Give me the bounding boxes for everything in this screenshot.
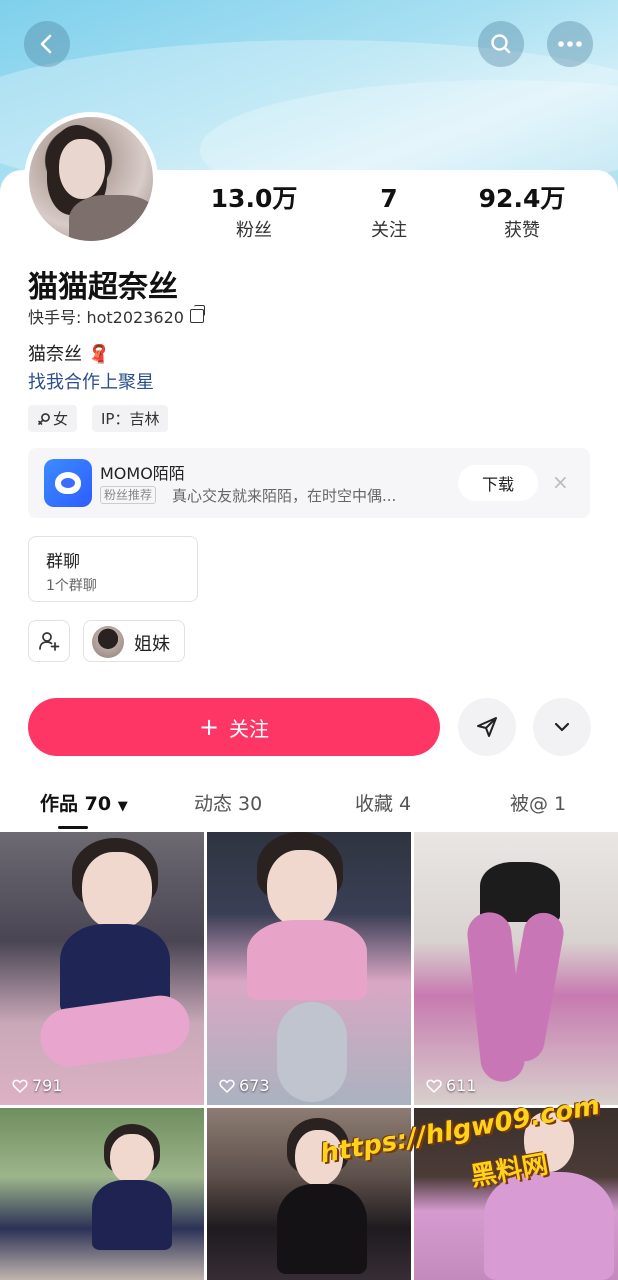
avatar[interactable] bbox=[24, 112, 158, 246]
follow-button[interactable]: + 关注 bbox=[28, 698, 440, 756]
tab-favorites[interactable]: 收藏 4 bbox=[355, 789, 411, 816]
post-thumbnail[interactable]: 611 bbox=[414, 832, 618, 1105]
like-count-value: 611 bbox=[446, 1076, 477, 1095]
avatar-face bbox=[59, 139, 105, 199]
figure-head bbox=[82, 852, 152, 930]
group-chat-count: 1个群聊 bbox=[46, 578, 97, 594]
stat-label: 关注 bbox=[371, 220, 407, 241]
stat-value: 13.0万 bbox=[210, 184, 298, 213]
search-icon bbox=[491, 34, 511, 54]
figure-body bbox=[92, 1180, 172, 1250]
gender-label: 女 bbox=[53, 410, 69, 428]
promo-title: MOMO陌陌 bbox=[100, 464, 185, 483]
promo-badge: 粉丝推荐 bbox=[100, 486, 157, 504]
stat-label: 获赞 bbox=[504, 220, 540, 241]
stat-value: 92.4万 bbox=[478, 184, 566, 213]
stat-value: 7 bbox=[380, 184, 398, 213]
user-id: 快手号: hot2023620 bbox=[28, 308, 184, 327]
figure-leg bbox=[277, 1002, 347, 1102]
profile-name: 猫猫超奈丝 bbox=[28, 270, 178, 305]
collab-link[interactable]: 找我合作上聚星 bbox=[28, 368, 154, 394]
back-button[interactable] bbox=[24, 21, 70, 67]
heart-icon bbox=[426, 1079, 442, 1093]
follow-label: 关注 bbox=[229, 716, 270, 741]
relation-chip[interactable]: 姐妹 bbox=[83, 620, 185, 662]
tab-label: 作品 70 bbox=[40, 793, 112, 815]
group-chat-card[interactable]: 群聊 1个群聊 bbox=[28, 536, 198, 602]
plus-icon: + bbox=[198, 713, 220, 741]
send-icon bbox=[477, 717, 497, 737]
figure-head bbox=[267, 850, 337, 928]
post-thumbnail[interactable]: 791 bbox=[0, 832, 204, 1105]
copy-icon[interactable] bbox=[189, 305, 205, 323]
more-button[interactable] bbox=[547, 21, 593, 67]
like-count: 791 bbox=[12, 1076, 63, 1095]
ip-label: IP：吉林 bbox=[101, 410, 160, 428]
user-id-row: 快手号: hot2023620 bbox=[28, 304, 205, 328]
heart-icon bbox=[219, 1079, 235, 1093]
like-count: 673 bbox=[219, 1076, 270, 1095]
stat-following[interactable]: 7 关注 bbox=[329, 184, 449, 242]
gender-tag: 女 bbox=[28, 405, 78, 432]
tab-works[interactable]: 作品 70 ▼ bbox=[40, 789, 128, 816]
more-actions-button[interactable] bbox=[533, 698, 591, 756]
female-icon bbox=[38, 412, 50, 425]
group-chat-title: 群聊 bbox=[46, 552, 80, 572]
like-count-value: 673 bbox=[239, 1076, 270, 1095]
stat-label: 粉丝 bbox=[236, 220, 272, 241]
stat-likes[interactable]: 92.4万 获赞 bbox=[462, 184, 582, 242]
share-button[interactable] bbox=[458, 698, 516, 756]
add-friend-button[interactable] bbox=[28, 620, 70, 662]
bio: 猫奈丝 🧣 bbox=[28, 340, 110, 366]
search-button[interactable] bbox=[478, 21, 524, 67]
tab-underline bbox=[58, 826, 88, 829]
bio-text: 猫奈丝 bbox=[28, 344, 82, 365]
like-count: 611 bbox=[426, 1076, 477, 1095]
app-promo-card[interactable]: MOMO陌陌 粉丝推荐 真心交友就来陌陌，在时空中偶... 下载 × bbox=[28, 448, 590, 518]
momo-app-icon bbox=[44, 459, 92, 507]
tab-moments[interactable]: 动态 30 bbox=[194, 789, 262, 816]
relation-avatar bbox=[92, 626, 124, 658]
chevron-down-icon bbox=[554, 722, 570, 732]
figure-head bbox=[110, 1134, 154, 1184]
figure-body bbox=[247, 920, 367, 1000]
post-thumbnail[interactable] bbox=[0, 1108, 204, 1280]
ip-tag: IP：吉林 bbox=[92, 405, 169, 432]
scarf-emoji: 🧣 bbox=[87, 344, 111, 365]
heart-icon bbox=[12, 1079, 28, 1093]
more-dots-icon bbox=[558, 41, 582, 47]
tab-mentions[interactable]: 被@ 1 bbox=[510, 789, 566, 816]
close-icon[interactable]: × bbox=[552, 472, 569, 492]
add-user-icon bbox=[39, 632, 60, 651]
avatar-body bbox=[69, 195, 153, 241]
stat-fans[interactable]: 13.0万 粉丝 bbox=[194, 184, 314, 242]
download-button[interactable]: 下载 bbox=[458, 465, 538, 501]
post-thumbnail[interactable]: 673 bbox=[207, 832, 411, 1105]
caret-down-icon: ▼ bbox=[117, 799, 128, 814]
back-arrow-icon bbox=[40, 34, 52, 54]
figure-body bbox=[277, 1184, 367, 1274]
promo-description: 真心交友就来陌陌，在时空中偶... bbox=[172, 487, 397, 505]
like-count-value: 791 bbox=[32, 1076, 63, 1095]
relation-label: 姐妹 bbox=[134, 634, 170, 655]
